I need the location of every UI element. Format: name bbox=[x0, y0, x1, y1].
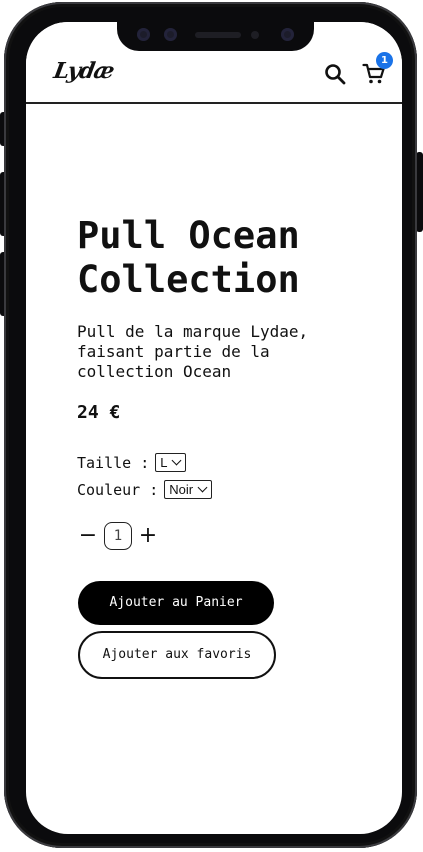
camera-icon bbox=[164, 28, 177, 41]
product-price: 24 € bbox=[77, 402, 121, 423]
brand-logo[interactable]: Lydæ bbox=[52, 58, 116, 84]
add-to-cart-button[interactable]: Ajouter au Panier bbox=[78, 581, 274, 625]
chevron-down-icon bbox=[197, 482, 208, 493]
search-icon bbox=[325, 64, 346, 85]
power-button bbox=[416, 152, 423, 232]
chevron-down-icon bbox=[172, 455, 182, 466]
size-label: Taille : bbox=[77, 453, 150, 472]
search-button[interactable] bbox=[323, 62, 347, 86]
product-title: Pull Ocean Collection bbox=[77, 214, 300, 301]
add-to-favorites-button[interactable]: Ajouter aux favoris bbox=[78, 631, 276, 679]
quantity-value[interactable]: 1 bbox=[104, 522, 132, 550]
phone-screen: Lydæ 1 Pull Ocean Collection Pull de la … bbox=[26, 22, 402, 834]
phone-frame: Lydæ 1 Pull Ocean Collection Pull de la … bbox=[4, 2, 417, 848]
color-option-row: Couleur : Noir bbox=[77, 480, 213, 499]
color-label: Couleur : bbox=[77, 480, 159, 499]
color-selected-value: Noir bbox=[169, 482, 194, 497]
increase-quantity-button[interactable]: + bbox=[137, 524, 159, 548]
camera-icon bbox=[281, 28, 294, 41]
size-select[interactable]: L bbox=[155, 453, 187, 472]
speaker-grille bbox=[195, 32, 241, 38]
decrease-quantity-button[interactable]: − bbox=[77, 524, 99, 548]
device-mockup: Lydæ 1 Pull Ocean Collection Pull de la … bbox=[0, 0, 423, 852]
size-selected-value: L bbox=[160, 455, 168, 470]
product-description: Pull de la marque Lydae, faisant partie … bbox=[77, 322, 309, 381]
size-option-row: Taille : L bbox=[77, 453, 187, 472]
cart-count-badge: 1 bbox=[376, 52, 393, 69]
camera-icon bbox=[137, 28, 150, 41]
quantity-stepper: − 1 + bbox=[77, 522, 159, 550]
phone-notch bbox=[117, 20, 314, 51]
color-select[interactable]: Noir bbox=[164, 480, 213, 499]
sensor-dot bbox=[251, 31, 259, 39]
